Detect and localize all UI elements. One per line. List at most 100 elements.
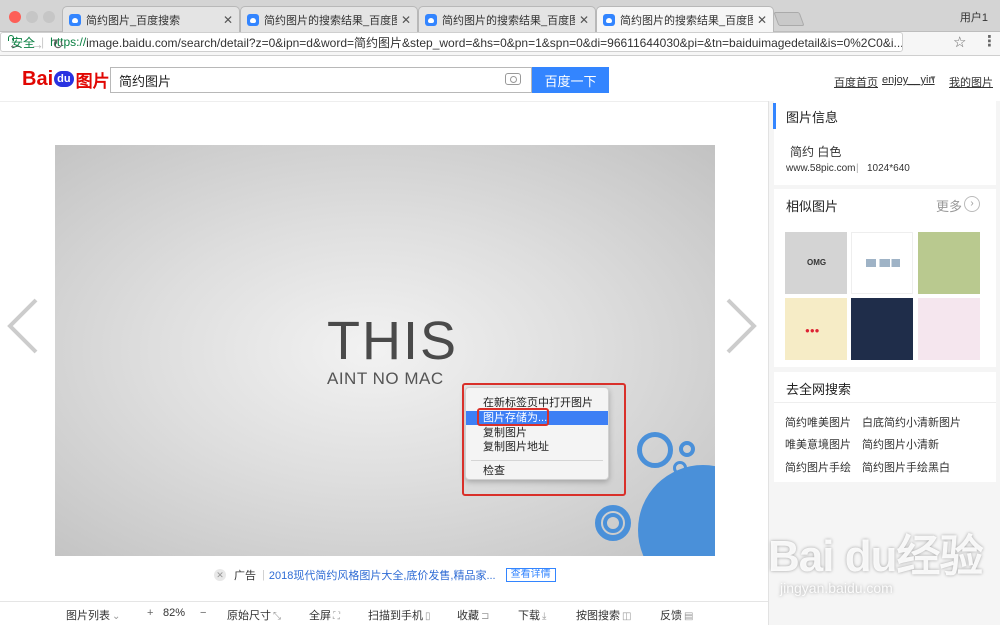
new-tab-button[interactable] bbox=[773, 12, 805, 26]
similar-thumbnail[interactable]: ●●● bbox=[785, 298, 847, 360]
related-search-link[interactable]: 唯美意境图片 bbox=[785, 436, 851, 452]
caret-down-icon[interactable]: ▼ bbox=[929, 74, 937, 83]
tab-close-icon[interactable]: ✕ bbox=[401, 13, 411, 27]
fullscreen-button[interactable]: 全屏 ⛶ bbox=[309, 607, 340, 623]
related-search-link[interactable]: 简约图片小清新 bbox=[862, 436, 939, 452]
original-size-button[interactable]: 原始尺寸 ⤡ bbox=[227, 607, 281, 623]
related-search-link[interactable]: 简约图片手绘黑白 bbox=[862, 459, 950, 475]
phone-icon: ▯ bbox=[425, 611, 431, 622]
highlight-box bbox=[462, 383, 626, 496]
logo-du: du bbox=[54, 71, 74, 87]
camera-small-icon: ◫ bbox=[622, 611, 632, 622]
next-image-arrow-icon[interactable] bbox=[724, 296, 758, 356]
baidu-home-link[interactable]: 百度首页 bbox=[834, 74, 878, 90]
browser-tab[interactable]: 简约图片的搜索结果_百度图片搜 ✕ bbox=[418, 6, 596, 32]
decor-circle bbox=[673, 461, 687, 475]
camera-icon[interactable] bbox=[505, 73, 521, 85]
similar-thumbnail[interactable] bbox=[851, 298, 913, 360]
tab-title: 简约图片的搜索结果_百度图片搜 bbox=[264, 14, 397, 27]
ad-label: 广告 bbox=[234, 570, 256, 582]
search-by-image-button[interactable]: 按图搜索 ◫ bbox=[576, 607, 631, 623]
watermark-url: jingyan.baidu.com bbox=[780, 580, 893, 596]
baidu-images-logo[interactable]: Bai du 图片 bbox=[22, 64, 110, 94]
zoom-level: 82% bbox=[163, 607, 186, 619]
divider bbox=[774, 402, 996, 403]
my-images-link[interactable]: 我的图片 bbox=[949, 74, 993, 90]
collect-button[interactable]: 收藏 ⊐ bbox=[457, 607, 489, 623]
logo-bai: Bai bbox=[22, 67, 54, 90]
related-search-link[interactable]: 简约唯美图片 bbox=[785, 414, 851, 430]
profile-name[interactable]: 用户1 bbox=[960, 9, 988, 25]
reload-icon[interactable]: ↻ bbox=[52, 36, 64, 52]
search-input[interactable] bbox=[110, 67, 532, 93]
related-search-link[interactable]: 白底简约小清新图片 bbox=[862, 414, 961, 430]
divider: | bbox=[856, 163, 859, 174]
watermark-logo-text: Bai du经验 bbox=[768, 532, 983, 581]
baidu-paw-icon bbox=[69, 13, 81, 26]
username-link[interactable]: enjoy__yin bbox=[882, 74, 935, 86]
url-text: image.baidu.com/search/detail?z=0&ipn=d&… bbox=[86, 35, 903, 50]
feedback-icon: ▤ bbox=[684, 611, 694, 622]
search-by-image-label: 按图搜索 bbox=[576, 610, 620, 622]
menu-dots-icon[interactable]: ⋮ bbox=[982, 34, 997, 50]
browser-tab[interactable]: 简约图片_百度搜索 ✕ bbox=[62, 6, 240, 32]
download-icon: ⤓ bbox=[542, 611, 547, 622]
section-marker bbox=[773, 103, 776, 129]
image-subtitle-text: AINT NO MAC bbox=[327, 369, 444, 388]
related-search-link[interactable]: 简约图片手绘 bbox=[785, 459, 851, 475]
scan-to-phone-button[interactable]: 扫描到手机 ▯ bbox=[368, 607, 431, 623]
address-bar[interactable]: 安全 | https:// image.baidu.com/search/det… bbox=[0, 32, 903, 52]
image-toolbar: 图片列表 ⌄ + 82% − 原始尺寸 ⤡ 全屏 ⛶ 扫描到手机 ▯ 收藏 ⊐ 下载 ⤓ 按… bbox=[0, 601, 768, 625]
fullscreen-label: 全屏 bbox=[309, 610, 331, 622]
image-list-button[interactable]: 图片列表 ⌄ bbox=[66, 607, 120, 623]
decor-circle bbox=[638, 465, 715, 556]
similar-images-title: 相似图片 bbox=[786, 199, 839, 214]
image-size: 1024*640 bbox=[867, 163, 910, 174]
bookmark-star-icon[interactable]: ☆ bbox=[953, 35, 966, 51]
browser-tab[interactable]: 简约图片的搜索结果_百度图片搜 ✕ bbox=[240, 6, 418, 32]
tab-close-icon[interactable]: ✕ bbox=[223, 13, 233, 27]
watermark: Bai du经验 jingyan.baidu.com bbox=[768, 520, 1000, 620]
tab-close-icon[interactable]: ✕ bbox=[757, 13, 767, 27]
baidu-paw-icon bbox=[603, 13, 615, 26]
similar-thumbnail[interactable] bbox=[851, 232, 913, 294]
tab-title: 简约图片的搜索结果_百度图片搜 bbox=[620, 14, 753, 27]
ad-bar: ✕ 广告 | 2018现代简约风格图片大全,底价发售,精品家... 查看详情 bbox=[214, 566, 556, 584]
similar-thumbnail[interactable]: OMG bbox=[785, 232, 847, 294]
similar-thumbnail[interactable] bbox=[918, 298, 980, 360]
tab-close-icon[interactable]: ✕ bbox=[579, 13, 589, 27]
image-source[interactable]: www.58pic.com bbox=[786, 163, 855, 174]
baidu-paw-icon bbox=[425, 13, 437, 26]
thumbnail-text: OMG bbox=[807, 258, 827, 267]
close-ad-icon[interactable]: ✕ bbox=[214, 569, 226, 581]
image-tags[interactable]: 简约 白色 bbox=[790, 143, 841, 160]
forward-arrow-icon[interactable]: → bbox=[30, 36, 44, 52]
highlight-box-small bbox=[477, 408, 549, 426]
more-link[interactable]: 更多 bbox=[936, 196, 962, 215]
similar-thumbnail[interactable] bbox=[918, 232, 980, 294]
minimize-window-button[interactable] bbox=[26, 11, 38, 23]
scan-label: 扫描到手机 bbox=[368, 610, 423, 622]
browser-tab-active[interactable]: 简约图片的搜索结果_百度图片搜 ✕ bbox=[596, 6, 774, 32]
collect-label: 收藏 bbox=[457, 610, 479, 622]
resize-icon: ⤡ bbox=[273, 611, 281, 622]
ad-link[interactable]: 2018现代简约风格图片大全,底价发售,精品家... bbox=[269, 567, 496, 583]
logo-pic: 图片 bbox=[75, 71, 110, 91]
search-button[interactable]: 百度一下 bbox=[532, 67, 609, 93]
ad-details-button[interactable]: 查看详情 bbox=[505, 568, 556, 582]
web-search-title: 去全网搜索 bbox=[786, 382, 852, 397]
chevron-right-icon[interactable]: › bbox=[964, 196, 980, 212]
zoom-in-icon[interactable]: + bbox=[147, 607, 153, 619]
zoom-window-button[interactable] bbox=[43, 11, 55, 23]
folder-icon: ⊐ bbox=[481, 611, 490, 622]
feedback-label: 反馈 bbox=[660, 610, 682, 622]
previous-image-arrow-icon[interactable] bbox=[6, 296, 40, 356]
image-info-title: 图片信息 bbox=[786, 110, 839, 125]
feedback-button[interactable]: 反馈 ▤ bbox=[660, 607, 693, 623]
close-window-button[interactable] bbox=[9, 11, 21, 23]
download-button[interactable]: 下载 ⤓ bbox=[518, 607, 546, 623]
hearts-graphic: ●●● bbox=[805, 326, 820, 335]
expand-icon: ⛶ bbox=[333, 611, 340, 622]
baidu-paw-icon bbox=[247, 13, 259, 26]
zoom-out-icon[interactable]: − bbox=[200, 607, 206, 619]
